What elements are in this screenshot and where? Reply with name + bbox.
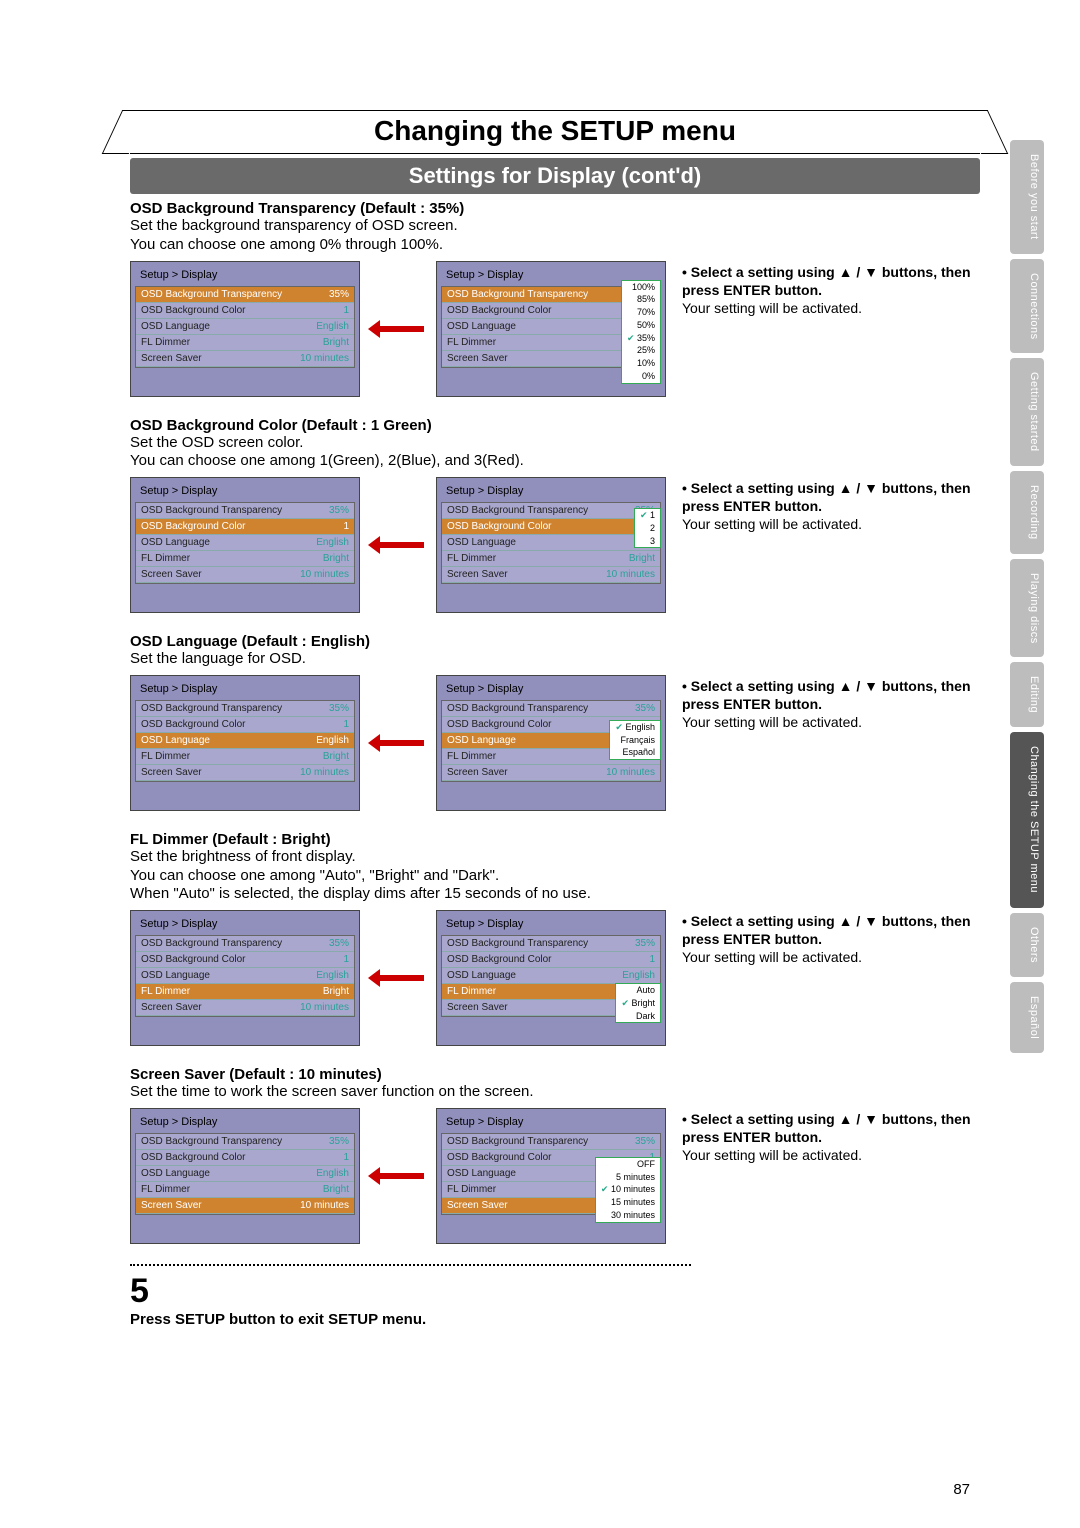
instruction-text: • Select a setting using ▲ / ▼ buttons, … <box>682 1108 980 1165</box>
step-text: Press SETUP button to exit SETUP menu. <box>130 1311 980 1328</box>
menu-item[interactable]: OSD Background Transparency35% <box>442 936 660 952</box>
setup-panel-left: Setup > Display OSD Background Transpare… <box>130 675 360 811</box>
page-title: Changing the SETUP menu <box>130 111 980 147</box>
options-popup[interactable]: 100% 85% 70% 50% 35% 25% 10% 0% <box>621 280 661 384</box>
menu-item[interactable]: OSD Background Transparency35% <box>442 503 660 519</box>
instruction-text: • Select a setting using ▲ / ▼ buttons, … <box>682 910 980 967</box>
setup-panel-left: Setup > Display OSD Background Transpare… <box>130 1108 360 1244</box>
tab-before[interactable]: Before you start <box>1010 140 1044 254</box>
instruction-text: • Select a setting using ▲ / ▼ buttons, … <box>682 261 980 318</box>
tab-others[interactable]: Others <box>1010 913 1044 977</box>
menu-item[interactable]: OSD Background Transparency35% <box>136 701 354 717</box>
page-number: 87 <box>953 1481 970 1498</box>
menu-item[interactable]: Screen Saver10 minutes <box>136 765 354 781</box>
arrow-left-icon <box>368 971 428 985</box>
menu-item[interactable]: OSD Background Color1 <box>136 519 354 535</box>
menu-item[interactable]: OSD Background Color1 <box>442 952 660 968</box>
menu-item[interactable]: FL DimmerBright <box>136 984 354 1000</box>
section-transparency: OSD Background Transparency (Default : 3… <box>130 200 980 397</box>
tab-connections[interactable]: Connections <box>1010 259 1044 354</box>
page-title-bar: Changing the SETUP menu <box>130 110 980 154</box>
menu-item[interactable]: OSD Background Color1 <box>136 717 354 733</box>
options-popup[interactable]: English Français Español <box>609 720 661 760</box>
menu-item[interactable]: OSD Background Transparency35% <box>136 1134 354 1150</box>
menu-item[interactable]: FL DimmerBright <box>136 749 354 765</box>
menu-item[interactable]: OSD LanguageEnglish <box>136 535 354 551</box>
menu-item[interactable]: OSD Background Color <box>442 519 660 535</box>
divider <box>130 1264 691 1266</box>
options-popup[interactable]: OFF 5 minutes 10 minutes 15 minutes 30 m… <box>595 1157 661 1223</box>
section-desc: Set the background transparency of OSD s… <box>130 217 980 255</box>
options-popup[interactable]: Auto Bright Dark <box>615 983 661 1023</box>
section-title: OSD Background Transparency (Default : 3… <box>130 200 980 217</box>
menu-item[interactable]: Screen Saver10 minutes <box>136 351 354 367</box>
tab-playing[interactable]: Playing discs <box>1010 559 1044 658</box>
menu-item[interactable]: OSD Background Color1 <box>136 952 354 968</box>
menu-item[interactable]: FL DimmerBright <box>136 335 354 351</box>
setup-panel-right: Setup > Display OSD Background Transpare… <box>436 261 666 397</box>
menu-item[interactable]: OSD Background Color1 <box>136 303 354 319</box>
section-dimmer: FL Dimmer (Default : Bright) Set the bri… <box>130 831 980 1046</box>
step-number: 5 <box>130 1272 980 1311</box>
arrow-left-icon <box>368 322 428 336</box>
menu-item[interactable]: OSD Background Transparency35% <box>136 287 354 303</box>
tab-recording[interactable]: Recording <box>1010 471 1044 554</box>
menu-item[interactable]: FL DimmerBright <box>136 551 354 567</box>
side-tabs: Before you start Connections Getting sta… <box>1010 140 1044 1053</box>
instruction-text: • Select a setting using ▲ / ▼ buttons, … <box>682 477 980 534</box>
section-color: OSD Background Color (Default : 1 Green)… <box>130 417 980 614</box>
options-popup[interactable]: 1 2 3 <box>634 508 661 548</box>
menu-item[interactable]: OSD Background Transparency35% <box>442 1134 660 1150</box>
setup-panel-right: Setup > Display OSD Background Transpare… <box>436 910 666 1046</box>
menu-item[interactable]: OSD Background Transparency35% <box>136 503 354 519</box>
menu-item[interactable]: OSD Background Color1 <box>136 1150 354 1166</box>
menu-item[interactable]: OSD Language <box>442 535 660 551</box>
menu-item[interactable]: OSD LanguageEnglish <box>442 968 660 984</box>
arrow-left-icon <box>368 1169 428 1183</box>
tab-getting-started[interactable]: Getting started <box>1010 358 1044 466</box>
setup-panel-right: Setup > Display OSD Background Transpare… <box>436 675 666 811</box>
instruction-text: • Select a setting using ▲ / ▼ buttons, … <box>682 675 980 732</box>
arrow-left-icon <box>368 538 428 552</box>
setup-panel-left: Setup > Display OSD Background Transpare… <box>130 477 360 613</box>
setup-panel-right: Setup > Display OSD Background Transpare… <box>436 477 666 613</box>
menu-item[interactable]: Screen Saver10 minutes <box>136 567 354 583</box>
menu-item[interactable]: OSD Background Transparency35% <box>136 936 354 952</box>
arrow-left-icon <box>368 736 428 750</box>
section-language: OSD Language (Default : English) Set the… <box>130 633 980 811</box>
menu-item[interactable]: Screen Saver10 minutes <box>136 1198 354 1214</box>
menu-item[interactable]: Screen Saver10 minutes <box>442 765 660 781</box>
section-saver: Screen Saver (Default : 10 minutes) Set … <box>130 1066 980 1244</box>
menu-item[interactable]: Screen Saver10 minutes <box>136 1000 354 1016</box>
menu-item[interactable]: OSD LanguageEnglish <box>136 1166 354 1182</box>
setup-panel-left: Setup > Display OSD Background Transpare… <box>130 261 360 397</box>
menu-item[interactable]: FL DimmerBright <box>442 551 660 567</box>
menu-item[interactable]: OSD LanguageEnglish <box>136 968 354 984</box>
subtitle: Settings for Display (cont'd) <box>130 158 980 194</box>
setup-panel-left: Setup > Display OSD Background Transpare… <box>130 910 360 1046</box>
tab-editing[interactable]: Editing <box>1010 662 1044 727</box>
menu-item[interactable]: FL DimmerBright <box>136 1182 354 1198</box>
menu-item[interactable]: OSD Background Transparency35% <box>442 701 660 717</box>
menu-item[interactable]: OSD LanguageEnglish <box>136 733 354 749</box>
setup-panel-right: Setup > Display OSD Background Transpare… <box>436 1108 666 1244</box>
tab-espanol[interactable]: Español <box>1010 982 1044 1053</box>
menu-item[interactable]: OSD LanguageEnglish <box>136 319 354 335</box>
tab-setup-menu[interactable]: Changing the SETUP menu <box>1010 732 1044 907</box>
menu-item[interactable]: Screen Saver10 minutes <box>442 567 660 583</box>
